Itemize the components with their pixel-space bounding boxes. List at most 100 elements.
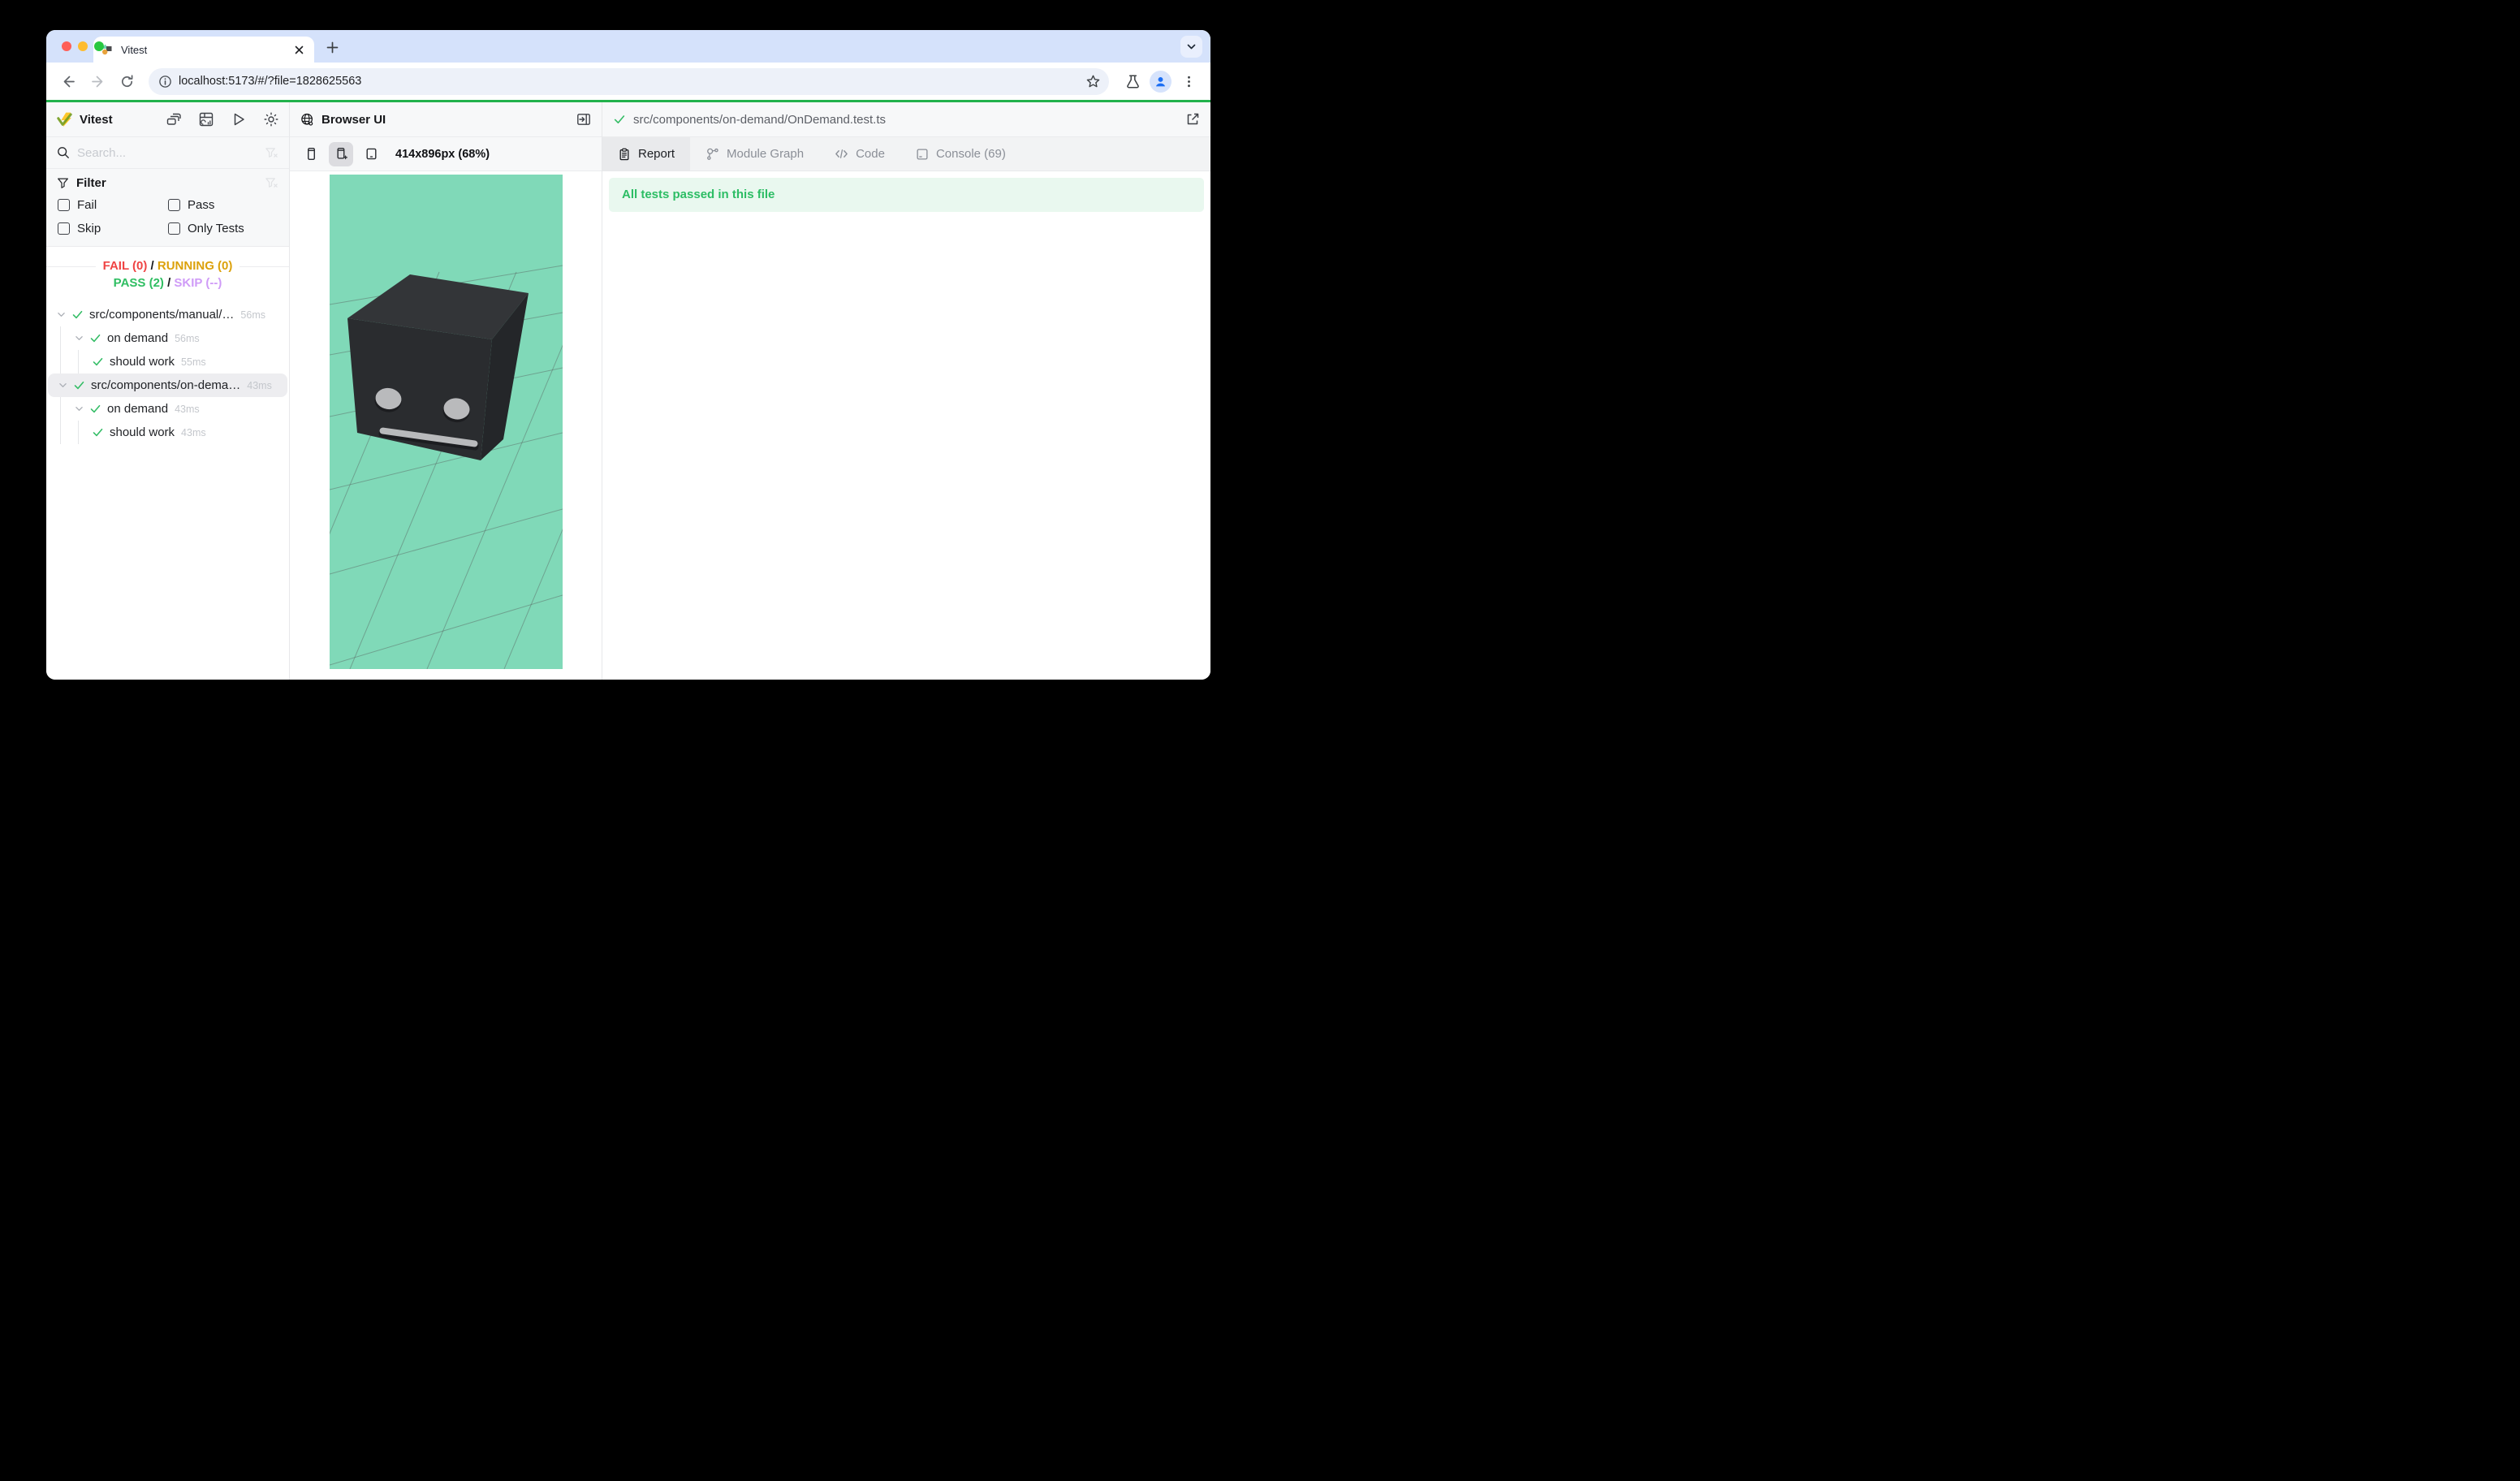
- tab-report[interactable]: Report: [602, 137, 690, 171]
- person-icon: [1154, 75, 1167, 89]
- window-controls: [62, 41, 104, 51]
- browser-panel-title: Browser UI: [321, 113, 386, 127]
- checkbox[interactable]: [58, 222, 70, 235]
- chevron-down-icon[interactable]: [56, 309, 67, 320]
- test-duration: 43ms: [247, 380, 272, 391]
- browser-tab-vitest[interactable]: Vitest: [93, 37, 314, 63]
- filter-panel: Filter Fail Pass Skip Only Tests: [46, 169, 289, 247]
- pass-count: PASS (2): [114, 276, 164, 290]
- sidebar-header: Vitest: [46, 102, 289, 137]
- tested-app-canvas[interactable]: [330, 175, 563, 669]
- module-graph-icon: [706, 147, 719, 161]
- pass-check-icon: [71, 309, 84, 321]
- tab-search-button[interactable]: [1180, 36, 1202, 58]
- indent-guide: [60, 326, 61, 350]
- forward-button[interactable]: [85, 69, 110, 93]
- test-tree-row[interactable]: should work 43ms: [46, 421, 289, 444]
- browser-menu-button[interactable]: [1176, 69, 1201, 93]
- forward-arrow-icon: [90, 74, 106, 89]
- viewport-size-label: 414x896px (68%): [395, 148, 490, 161]
- report-tabs: Report Module Graph Code Console (69): [602, 137, 1210, 171]
- url-text[interactable]: localhost:5173/#/?file=1828625563: [179, 75, 1075, 88]
- test-tree-row[interactable]: src/components/on-dema… 43ms: [48, 373, 287, 397]
- site-info-icon[interactable]: [158, 75, 172, 89]
- test-name: on demand: [107, 402, 168, 416]
- funnel-icon: [57, 177, 69, 189]
- report-panel-header: src/components/on-demand/OnDemand.test.t…: [602, 102, 1210, 137]
- clear-filter-icon[interactable]: [265, 176, 278, 190]
- pass-check-icon: [73, 379, 85, 391]
- tab-close-icon[interactable]: [291, 42, 306, 57]
- test-name: should work: [110, 425, 175, 439]
- phone-icon: [304, 147, 318, 161]
- filter-option-fail[interactable]: Fail: [58, 198, 168, 212]
- filter-options: Fail Pass Skip Only Tests: [57, 198, 278, 235]
- bookmark-star-button[interactable]: [1081, 70, 1104, 93]
- pass-check-icon: [92, 426, 104, 438]
- fail-count: FAIL (0): [103, 259, 148, 273]
- minimize-window-button[interactable]: [78, 41, 88, 51]
- back-button[interactable]: [56, 69, 80, 93]
- preset-phone-large-button[interactable]: [329, 142, 353, 166]
- filter-title: Filter: [76, 176, 106, 190]
- test-tree-row[interactable]: on demand 43ms: [46, 397, 289, 421]
- preview-windows-button[interactable]: [166, 112, 181, 127]
- tab-code[interactable]: Code: [819, 137, 900, 171]
- test-tree: src/components/manual/… 56ms on demand 5…: [46, 299, 289, 680]
- test-duration: 56ms: [240, 309, 265, 321]
- star-icon: [1085, 74, 1101, 89]
- reload-button[interactable]: [114, 69, 139, 93]
- test-tree-row[interactable]: src/components/manual/… 56ms: [46, 303, 289, 326]
- vitest-ui: Vitest: [46, 102, 1210, 680]
- experiments-button[interactable]: [1120, 69, 1145, 93]
- preset-tablet-button[interactable]: [359, 142, 383, 166]
- preset-phone-small-button[interactable]: [299, 142, 323, 166]
- check-icon: [613, 113, 626, 126]
- back-arrow-icon: [61, 74, 76, 89]
- test-tree-row[interactable]: on demand 56ms: [46, 326, 289, 350]
- open-external-button[interactable]: [1185, 112, 1200, 127]
- indent-guide: [60, 421, 61, 444]
- run-all-button[interactable]: [231, 112, 246, 127]
- skip-count: SKIP (--): [174, 276, 222, 290]
- chevron-down-icon[interactable]: [74, 404, 84, 414]
- flask-icon: [1125, 74, 1141, 89]
- filter-option-only-tests[interactable]: Only Tests: [168, 222, 278, 235]
- address-bar[interactable]: localhost:5173/#/?file=1828625563: [149, 68, 1109, 95]
- indent-guide: [60, 350, 61, 373]
- checkbox[interactable]: [58, 199, 70, 211]
- console-icon: [916, 148, 929, 161]
- dashboard-icon: [199, 112, 214, 127]
- close-window-button[interactable]: [62, 41, 71, 51]
- chrome-actions: [1120, 69, 1201, 93]
- search-icon: [57, 146, 70, 159]
- dashboard-button[interactable]: [199, 112, 214, 127]
- test-name: on demand: [107, 331, 168, 345]
- new-tab-button[interactable]: [321, 36, 343, 58]
- sidebar: Vitest: [46, 102, 290, 680]
- checkbox[interactable]: [168, 222, 180, 235]
- clear-filter-icon[interactable]: [265, 146, 278, 160]
- sun-icon: [264, 112, 278, 127]
- tablet-icon: [365, 147, 378, 161]
- all-passed-banner: All tests passed in this file: [609, 178, 1204, 212]
- test-tree-row[interactable]: should work 55ms: [46, 350, 289, 373]
- checkbox[interactable]: [168, 199, 180, 211]
- maximize-window-button[interactable]: [94, 41, 104, 51]
- search-input[interactable]: [77, 146, 257, 160]
- tab-module-graph[interactable]: Module Graph: [690, 137, 819, 171]
- theme-toggle-button[interactable]: [264, 112, 278, 127]
- test-name: src/components/on-dema…: [91, 378, 240, 392]
- chevron-down-icon[interactable]: [58, 380, 68, 391]
- filter-option-pass[interactable]: Pass: [168, 198, 278, 212]
- browser-toolbar: localhost:5173/#/?file=1828625563: [46, 63, 1210, 100]
- chevron-down-icon[interactable]: [74, 333, 84, 343]
- test-file-path: src/components/on-demand/OnDemand.test.t…: [633, 113, 886, 127]
- filter-option-skip[interactable]: Skip: [58, 222, 168, 235]
- phone-plus-icon: [334, 147, 348, 161]
- tab-console[interactable]: Console (69): [900, 137, 1021, 171]
- test-status-summary: FAIL (0) / RUNNING (0) PASS (2) / SKIP (…: [46, 247, 289, 299]
- profile-avatar[interactable]: [1150, 71, 1172, 93]
- test-name: should work: [110, 355, 175, 369]
- dock-panel-button[interactable]: [576, 112, 591, 127]
